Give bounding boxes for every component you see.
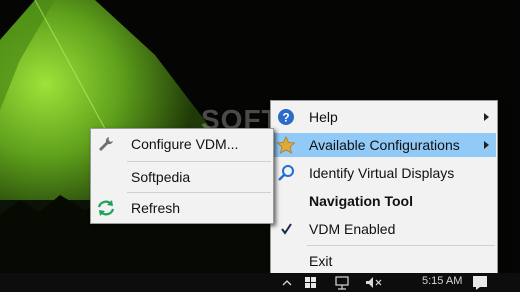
show-hidden-icons-icon[interactable] (282, 280, 292, 286)
menu-item-available-configurations[interactable]: Available Configurations (272, 133, 496, 157)
submenu-arrow-icon (484, 113, 489, 121)
menu-item-navigation-tool[interactable]: Navigation Tool (272, 189, 496, 213)
menu-separator (127, 161, 271, 162)
menu-item-label: Exit (309, 253, 333, 269)
menu-item-label: Configure VDM... (131, 136, 239, 152)
menu-item-softpedia[interactable]: Softpedia (92, 165, 272, 189)
menu-item-label: Navigation Tool (309, 193, 413, 209)
network-icon[interactable] (335, 276, 349, 290)
menu-item-label: Softpedia (131, 169, 191, 185)
volume-muted-icon[interactable] (366, 277, 382, 288)
virtual-display-manager-icon[interactable] (305, 277, 316, 288)
checkmark-icon (281, 223, 292, 235)
refresh-icon (97, 200, 115, 216)
menu-item-label: Identify Virtual Displays (309, 165, 455, 181)
action-center-icon[interactable] (473, 276, 487, 290)
menu-item-refresh[interactable]: Refresh (92, 196, 272, 220)
menu-item-label: VDM Enabled (309, 221, 396, 237)
star-icon (276, 136, 296, 154)
menu-item-help[interactable]: ? Help (272, 105, 496, 129)
configurations-submenu: Configure VDM... Softpedia Refresh (90, 128, 274, 224)
menu-item-identify-virtual-displays[interactable]: Identify Virtual Displays (272, 161, 496, 185)
tray-context-menu: ? Help Available Configurations Identify… (270, 100, 498, 278)
magnifier-icon (278, 165, 294, 181)
wrench-icon (99, 137, 113, 151)
help-icon: ? (278, 109, 294, 125)
submenu-arrow-icon (484, 141, 489, 149)
menu-item-label: Help (309, 109, 338, 125)
svg-text:?: ? (282, 111, 289, 125)
menu-item-label: Refresh (131, 200, 181, 216)
menu-item-configure-vdm[interactable]: Configure VDM... (92, 132, 272, 156)
menu-item-exit[interactable]: Exit (272, 249, 496, 273)
menu-item-vdm-enabled[interactable]: VDM Enabled (272, 217, 496, 241)
taskbar-clock[interactable]: 5:15 AM (422, 273, 462, 290)
menu-separator (127, 192, 271, 193)
menu-separator (307, 245, 495, 246)
menu-item-label: Available Configurations (309, 137, 460, 153)
